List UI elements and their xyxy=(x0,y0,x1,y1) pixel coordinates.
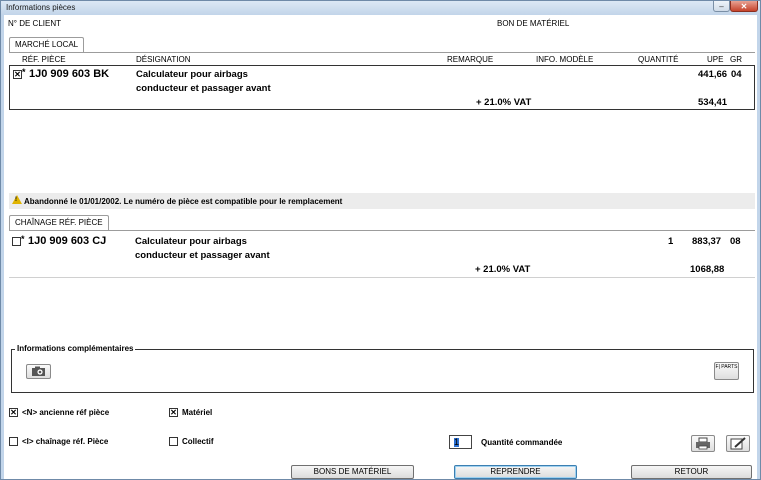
fparts-button[interactable]: F| PARTS xyxy=(714,362,739,380)
retour-button[interactable]: RETOUR xyxy=(631,465,752,479)
replacement-designation-line1: Calculateur pour airbags xyxy=(135,236,247,247)
part-designation-line2: conducteur et passager avant xyxy=(136,83,271,94)
document-type-label: BON DE MATÉRIEL xyxy=(497,19,570,28)
camera-button[interactable] xyxy=(26,364,51,379)
old-ref-checkbox[interactable]: ✕ xyxy=(9,408,18,418)
additional-info-panel: Informations complémentaires F| PARTS xyxy=(11,344,754,393)
part-ref: 1J0 909 603 BK xyxy=(29,68,110,80)
col-header-designation: DÉSIGNATION xyxy=(136,55,191,64)
replacement-part-ref: 1J0 909 603 CJ xyxy=(28,235,107,247)
replacement-vat-value: 1068,88 xyxy=(690,264,725,275)
col-header-remark: REMARQUE xyxy=(447,55,494,64)
option-chain-ref[interactable]: <I> chaînage réf. Pièce xyxy=(9,437,109,447)
close-button[interactable]: ✕ xyxy=(730,1,758,12)
part-designation-line1: Calculateur pour airbags xyxy=(136,69,248,80)
vat-value: 534,41 xyxy=(698,97,728,108)
replacement-vat-label: + 21.0% VAT xyxy=(475,264,531,275)
materiel-label: Matériel xyxy=(182,408,213,417)
quantity-label: Quantité commandée xyxy=(481,438,563,447)
asterisk-marker-2: * xyxy=(21,234,25,244)
grid-top-border-2 xyxy=(9,230,755,231)
chain-ref-label: <I> chaînage réf. Pièce xyxy=(22,437,109,446)
warning-icon xyxy=(12,195,22,204)
option-old-ref[interactable]: ✕ <N> ancienne réf pièce xyxy=(9,408,110,418)
tab-chainage-ref[interactable]: CHAÎNAGE RÉF. PIÈCE xyxy=(9,215,109,230)
dialog-window: Informations pièces – ✕ N° DE CLIENT BON… xyxy=(0,0,761,480)
col-header-upe: UPE xyxy=(707,55,724,64)
part-gr: 04 xyxy=(731,69,742,80)
title-bar: Informations pièces – ✕ xyxy=(1,1,760,14)
part-upe: 441,66 xyxy=(698,69,728,80)
collectif-label: Collectif xyxy=(182,437,214,446)
part-row-selected[interactable]: ✕ * 1J0 909 603 BK Calculateur pour airb… xyxy=(9,65,755,110)
edit-button[interactable] xyxy=(726,435,750,452)
bons-de-materiel-button[interactable]: BONS DE MATÉRIEL xyxy=(291,465,414,479)
reprendre-button[interactable]: REPRENDRE xyxy=(454,465,577,479)
materiel-checkbox[interactable]: ✕ xyxy=(169,408,178,418)
chain-ref-checkbox[interactable] xyxy=(9,437,18,447)
col-header-qty: QUANTITÉ xyxy=(638,55,679,64)
replacement-part-checkbox[interactable] xyxy=(12,237,21,246)
option-materiel[interactable]: ✕ Matériel xyxy=(169,408,213,418)
replacement-qty: 1 xyxy=(668,236,674,247)
minimize-button[interactable]: – xyxy=(713,1,730,12)
replacement-designation-line2: conducteur et passager avant xyxy=(135,250,270,261)
replacement-upe: 883,37 xyxy=(692,236,722,247)
part-row-checkbox[interactable]: ✕ xyxy=(13,70,22,79)
printer-icon xyxy=(696,437,710,450)
fparts-icon: F| PARTS xyxy=(715,364,738,370)
warning-text: Abandonné le 01/01/2002. Le numéro de pi… xyxy=(24,197,343,206)
vat-label: + 21.0% VAT xyxy=(476,97,532,108)
window-title: Informations pièces xyxy=(6,3,76,12)
row-separator xyxy=(9,277,755,278)
replacement-gr: 08 xyxy=(730,236,741,247)
dialog-body: N° DE CLIENT BON DE MATÉRIEL MARCHÉ LOCA… xyxy=(4,15,757,479)
quantity-value: 1 xyxy=(454,437,460,447)
grid-top-border xyxy=(9,52,755,53)
col-header-gr: GR xyxy=(730,55,742,64)
edit-icon xyxy=(730,437,746,450)
quantity-input[interactable]: 1 xyxy=(449,435,472,449)
client-number-label: N° DE CLIENT xyxy=(8,19,61,28)
collectif-checkbox[interactable] xyxy=(169,437,178,447)
print-button[interactable] xyxy=(691,435,715,452)
camera-icon xyxy=(32,366,45,376)
option-collectif[interactable]: Collectif xyxy=(169,437,214,447)
col-header-ref: RÉF. PIÈCE xyxy=(22,55,66,64)
additional-info-title: Informations complémentaires xyxy=(15,344,136,353)
warning-banner: ! Abandonné le 01/01/2002. Le numéro de … xyxy=(9,193,755,209)
col-header-model: INFO. MODÈLE xyxy=(536,55,594,64)
old-ref-label: <N> ancienne réf pièce xyxy=(22,408,110,417)
asterisk-marker: * xyxy=(22,67,26,77)
tab-marche-local[interactable]: MARCHÉ LOCAL xyxy=(9,37,85,52)
